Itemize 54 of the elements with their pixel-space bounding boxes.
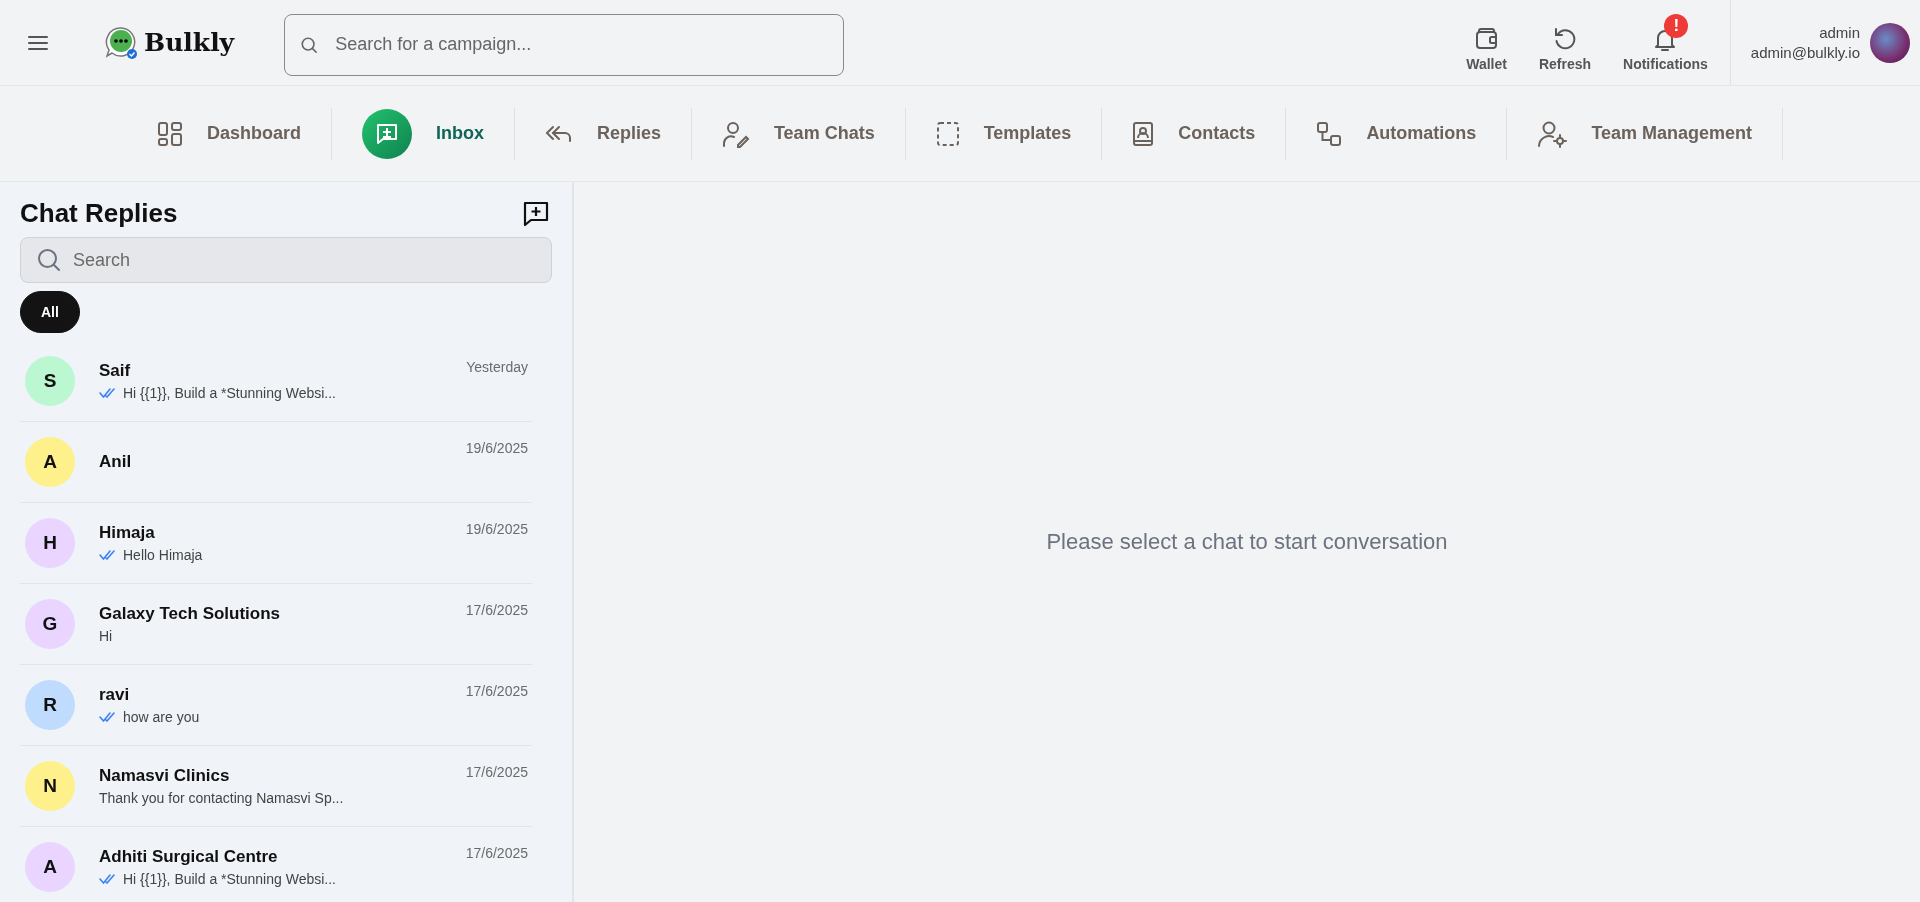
message-preview: Hi {{1}}, Build a *Stunning Websi... bbox=[123, 871, 336, 887]
message-time: 19/6/2025 bbox=[465, 440, 528, 456]
message-time: Yesterday bbox=[466, 359, 528, 375]
chat-list-item[interactable]: A Adhiti Surgical Centre Hi {{1}}, Build a *Stunning Websi... 17/6/2025 bbox=[20, 827, 532, 902]
nav-tab[interactable]: Templates bbox=[905, 107, 1103, 160]
contact-name: Anil bbox=[99, 452, 133, 472]
nav-tab[interactable]: Dashboard bbox=[136, 107, 332, 160]
nav-tab[interactable]: Team Management bbox=[1507, 107, 1784, 160]
message-preview: Hello Himaja bbox=[123, 547, 203, 563]
message-preview: Thank you for contacting Namasvi Sp... bbox=[99, 790, 344, 806]
contact-name: Saif bbox=[99, 361, 132, 381]
chat-list-item[interactable]: N Namasvi Clinics Thank you for contacting Namasvi Sp... 17/6/2025 bbox=[20, 746, 532, 827]
contact-name: Galaxy Tech Solutions bbox=[99, 604, 282, 624]
nav-tab[interactable]: Contacts bbox=[1102, 107, 1287, 160]
contact-avatar: H bbox=[25, 518, 75, 568]
nav-tab[interactable]: Team Chats bbox=[691, 107, 906, 160]
message-preview: how are you bbox=[123, 709, 200, 725]
filter-chip[interactable]: All bbox=[20, 291, 80, 333]
nav-tab[interactable]: Replies bbox=[514, 107, 692, 160]
toolbar-button[interactable]: Wallet bbox=[1456, 11, 1517, 74]
contact-avatar: S bbox=[25, 356, 75, 406]
chat-list-item[interactable]: S Saif Hi {{1}}, Build a *Stunning Websi... Yesterday bbox=[20, 341, 532, 422]
contact-avatar: A bbox=[25, 842, 75, 892]
chat-list-item[interactable]: R ravi how are you 17/6/2025 bbox=[20, 665, 532, 746]
message-time: 17/6/2025 bbox=[465, 602, 528, 618]
nav-tab[interactable]: Inbox bbox=[331, 107, 515, 160]
contact-name: Adhiti Surgical Centre bbox=[99, 847, 279, 867]
contact-avatar: N bbox=[25, 761, 75, 811]
notification-badge: ! bbox=[1664, 13, 1689, 38]
message-time: 17/6/2025 bbox=[465, 764, 528, 780]
toolbar-button[interactable]: ! Notifications bbox=[1613, 11, 1718, 74]
user-email: admin@bulkly.io bbox=[1750, 44, 1860, 61]
contact-name: Himaja bbox=[99, 523, 156, 543]
message-preview: Hi bbox=[99, 628, 113, 644]
message-preview: Hi {{1}}, Build a *Stunning Websi... bbox=[123, 385, 336, 401]
contact-name: Namasvi Clinics bbox=[99, 766, 231, 786]
empty-state-message: Please select a chat to start conversation bbox=[1046, 529, 1448, 555]
contact-name: ravi bbox=[99, 685, 131, 705]
chat-list-item[interactable]: A Anil 19/6/2025 bbox=[20, 422, 532, 503]
toolbar-button[interactable]: Refresh bbox=[1528, 11, 1602, 74]
message-time: 17/6/2025 bbox=[465, 845, 528, 861]
contact-avatar: G bbox=[25, 599, 75, 649]
campaign-search-field[interactable]: Search for a campaign... bbox=[284, 13, 845, 76]
chat-list-item[interactable]: G Galaxy Tech Solutions Hi 17/6/2025 bbox=[20, 584, 532, 665]
message-time: 17/6/2025 bbox=[465, 683, 528, 699]
nav-tab[interactable]: Automations bbox=[1286, 107, 1508, 160]
chat-list-item[interactable]: H Himaja Hello Himaja 19/6/2025 bbox=[20, 503, 532, 584]
user-name: admin bbox=[1819, 24, 1860, 41]
contact-avatar: R bbox=[25, 680, 75, 730]
contact-avatar: A bbox=[25, 437, 75, 487]
message-time: 19/6/2025 bbox=[465, 521, 528, 537]
chat-search-field[interactable]: Search bbox=[20, 237, 552, 283]
panel-title: Chat Replies bbox=[20, 198, 178, 229]
logo-text: Bulkly bbox=[144, 28, 235, 57]
